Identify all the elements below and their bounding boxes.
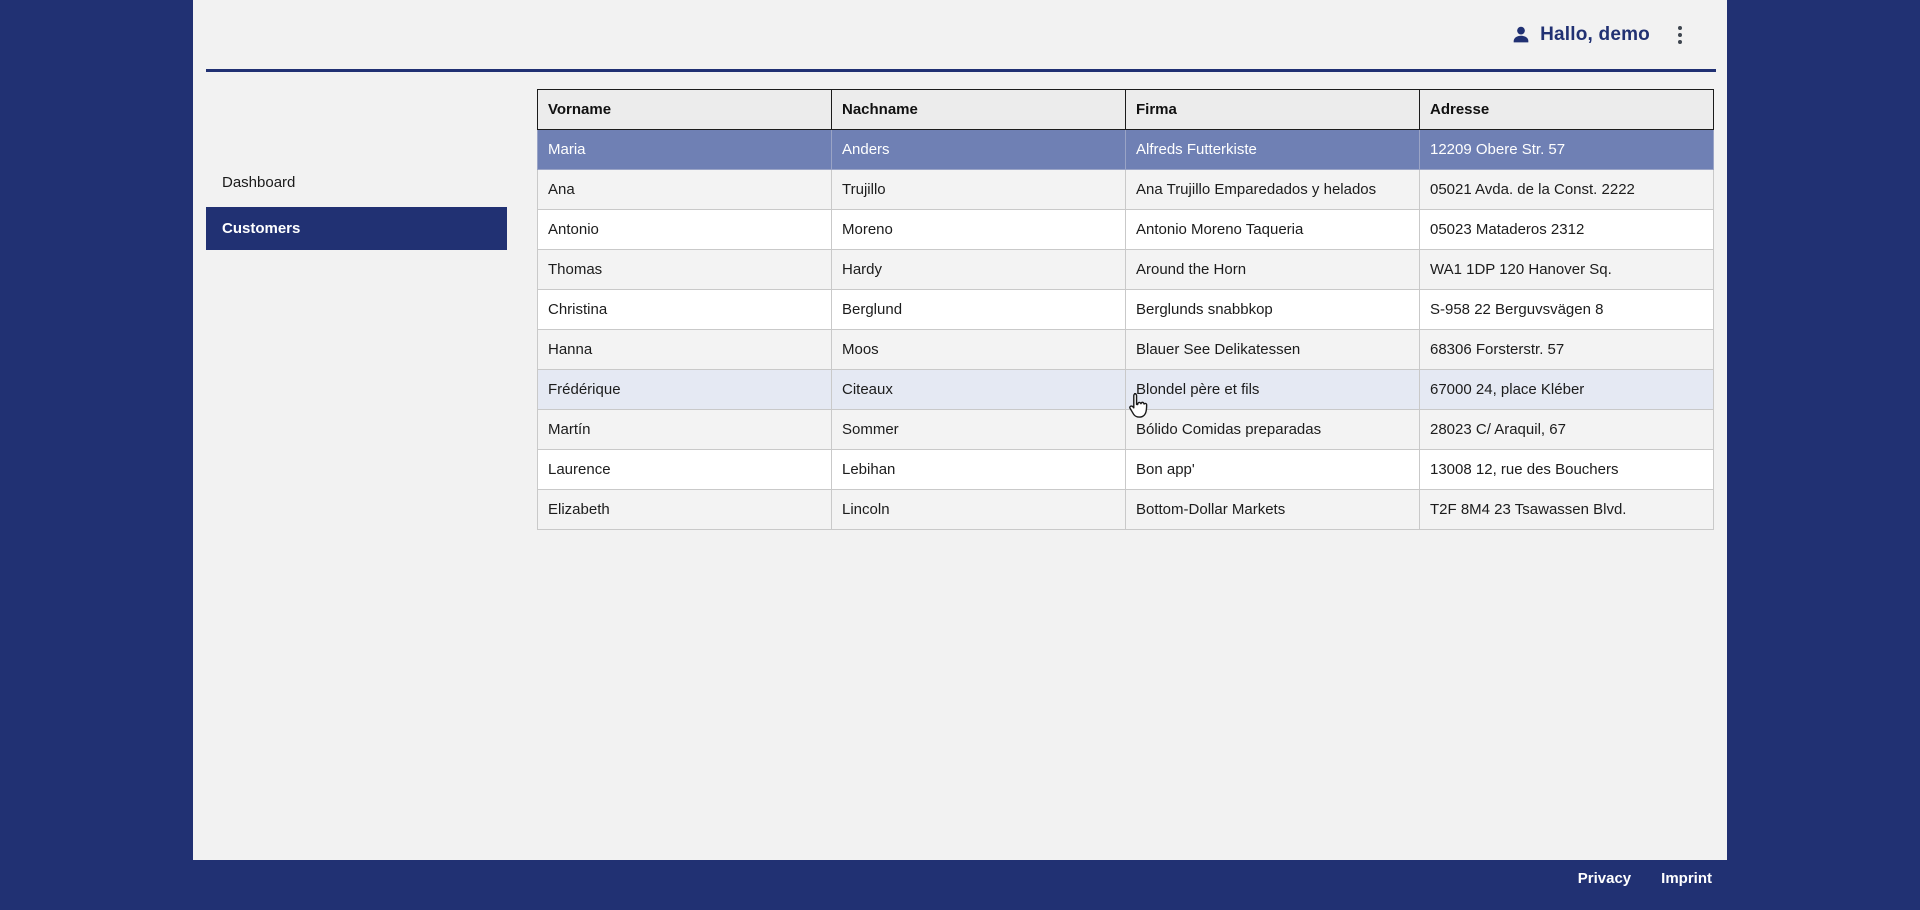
table-cell: T2F 8M4 23 Tsawassen Blvd.: [1420, 490, 1714, 530]
table-row[interactable]: ElizabethLincolnBottom-Dollar MarketsT2F…: [538, 490, 1714, 530]
table-cell: 12209 Obere Str. 57: [1420, 130, 1714, 170]
table-row[interactable]: AntonioMorenoAntonio Moreno Taqueria0502…: [538, 210, 1714, 250]
table-cell: Bon app': [1126, 450, 1420, 490]
table-cell: Anders: [832, 130, 1126, 170]
table-cell: 05023 Mataderos 2312: [1420, 210, 1714, 250]
table-cell: Elizabeth: [538, 490, 832, 530]
table-cell: Bólido Comidas preparadas: [1126, 410, 1420, 450]
table-cell: Ana: [538, 170, 832, 210]
footer-links: Privacy Imprint: [1578, 870, 1712, 887]
column-header-adresse[interactable]: Adresse: [1420, 90, 1714, 130]
table-cell: Antonio: [538, 210, 832, 250]
kebab-menu-icon[interactable]: [1672, 22, 1688, 48]
table-cell: Christina: [538, 290, 832, 330]
footer-link-privacy[interactable]: Privacy: [1578, 870, 1631, 887]
table-row[interactable]: MariaAndersAlfreds Futterkiste12209 Ober…: [538, 130, 1714, 170]
customers-table-wrap: VornameNachnameFirmaAdresse MariaAndersA…: [537, 89, 1714, 530]
table-cell: Berglund: [832, 290, 1126, 330]
table-cell: Frédérique: [538, 370, 832, 410]
table-cell: Ana Trujillo Emparedados y helados: [1126, 170, 1420, 210]
table-cell: Around the Horn: [1126, 250, 1420, 290]
table-cell: 05021 Avda. de la Const. 2222: [1420, 170, 1714, 210]
table-cell: Bottom-Dollar Markets: [1126, 490, 1420, 530]
table-cell: Alfreds Futterkiste: [1126, 130, 1420, 170]
table-cell: Hanna: [538, 330, 832, 370]
table-row[interactable]: LaurenceLebihanBon app'13008 12, rue des…: [538, 450, 1714, 490]
table-cell: Blondel père et fils: [1126, 370, 1420, 410]
main-area: DashboardCustomers VornameNachnameFirmaA…: [193, 72, 1727, 860]
table-cell: Moos: [832, 330, 1126, 370]
table-row[interactable]: MartínSommerBólido Comidas preparadas280…: [538, 410, 1714, 450]
table-cell: 28023 C/ Araquil, 67: [1420, 410, 1714, 450]
table-cell: Citeaux: [832, 370, 1126, 410]
customers-table: VornameNachnameFirmaAdresse MariaAndersA…: [537, 89, 1714, 530]
table-cell: 67000 24, place Kléber: [1420, 370, 1714, 410]
table-row[interactable]: ThomasHardyAround the HornWA1 1DP 120 Ha…: [538, 250, 1714, 290]
table-cell: Lincoln: [832, 490, 1126, 530]
table-cell: S-958 22 Berguvsvägen 8: [1420, 290, 1714, 330]
column-header-firma[interactable]: Firma: [1126, 90, 1420, 130]
table-cell: Sommer: [832, 410, 1126, 450]
table-row[interactable]: FrédériqueCiteauxBlondel père et fils670…: [538, 370, 1714, 410]
topbar: Hallo, demo: [1510, 22, 1688, 48]
table-cell: WA1 1DP 120 Hanover Sq.: [1420, 250, 1714, 290]
table-cell: Trujillo: [832, 170, 1126, 210]
content-panel: Hallo, demo DashboardCustomers VornameNa…: [193, 0, 1727, 860]
table-cell: Martín: [538, 410, 832, 450]
user-greeting: Hallo, demo: [1540, 24, 1650, 46]
table-cell: 68306 Forsterstr. 57: [1420, 330, 1714, 370]
table-row[interactable]: AnaTrujilloAna Trujillo Emparedados y he…: [538, 170, 1714, 210]
table-cell: Blauer See Delikatessen: [1126, 330, 1420, 370]
table-cell: Moreno: [832, 210, 1126, 250]
table-cell: Thomas: [538, 250, 832, 290]
table-cell: Lebihan: [832, 450, 1126, 490]
column-header-vorname[interactable]: Vorname: [538, 90, 832, 130]
table-row[interactable]: ChristinaBerglundBerglunds snabbkopS-958…: [538, 290, 1714, 330]
table-cell: Laurence: [538, 450, 832, 490]
table-row[interactable]: HannaMoosBlauer See Delikatessen68306 Fo…: [538, 330, 1714, 370]
table-cell: Hardy: [832, 250, 1126, 290]
column-header-nachname[interactable]: Nachname: [832, 90, 1126, 130]
table-header-row: VornameNachnameFirmaAdresse: [538, 90, 1714, 130]
table-cell: Antonio Moreno Taqueria: [1126, 210, 1420, 250]
user-icon: [1510, 24, 1532, 46]
table-cell: 13008 12, rue des Bouchers: [1420, 450, 1714, 490]
sidebar-nav: DashboardCustomers: [206, 161, 507, 253]
table-cell: Maria: [538, 130, 832, 170]
footer-link-imprint[interactable]: Imprint: [1661, 870, 1712, 887]
table-cell: Berglunds snabbkop: [1126, 290, 1420, 330]
sidebar-item-customers[interactable]: Customers: [206, 207, 507, 250]
sidebar-item-dashboard[interactable]: Dashboard: [206, 161, 507, 204]
